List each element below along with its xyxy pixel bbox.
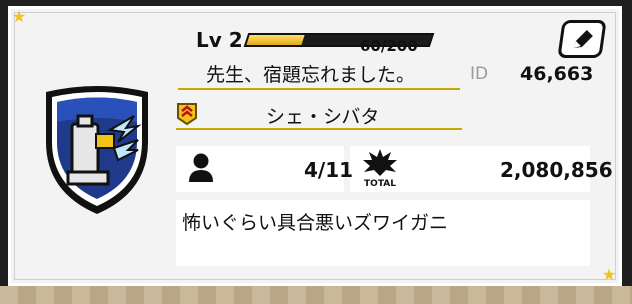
id-value: 46,663 <box>520 63 594 85</box>
corner-star-icon: ★ <box>601 265 617 284</box>
name-underline <box>176 128 462 130</box>
profile-title: 先生、宿題忘れました。 <box>206 64 416 86</box>
total-value: 2,080,856 <box>500 158 613 182</box>
member-count: 4/11 <box>304 158 354 182</box>
total-label: TOTAL <box>364 179 396 188</box>
shield-emblem-icon <box>46 86 148 214</box>
id-label: ID <box>470 64 489 84</box>
profile-comment: 怖いぐらい具合悪いズワイガニ <box>182 212 449 234</box>
xp-progress-text: 60/200 <box>360 37 418 55</box>
corner-star-icon: ★ <box>11 7 27 26</box>
rank-badge-icon <box>177 103 197 126</box>
edit-profile-button[interactable] <box>557 20 607 58</box>
level-label: Lv 2 <box>196 28 243 52</box>
xp-progress-fill <box>246 35 305 45</box>
person-icon <box>189 153 213 182</box>
bottom-decor-strip <box>0 286 632 304</box>
pencil-icon <box>573 30 593 48</box>
player-name: シェ・シバタ <box>266 106 380 128</box>
total-burst-icon: TOTAL <box>363 149 397 188</box>
